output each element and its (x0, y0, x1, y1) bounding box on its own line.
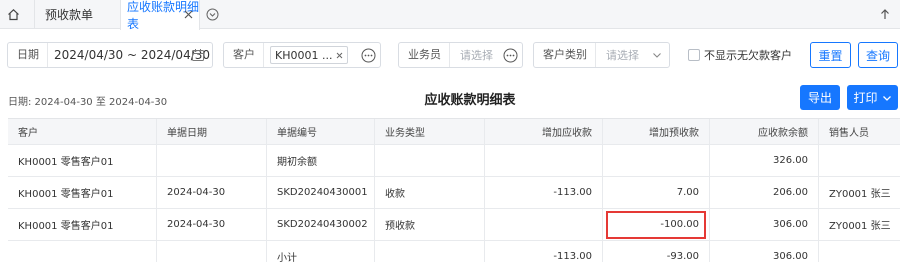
cell-increase-advance: -100.00 (603, 209, 710, 240)
tab-label: 预收款单 (45, 8, 94, 22)
customer-type-label: 客户类别 (534, 43, 596, 67)
table-subtotal-row: 小计 -113.00 -93.00 306.00 (8, 241, 900, 262)
tab-receivable-detail[interactable]: 应收账款明细表 (120, 0, 200, 31)
cell-salesperson (819, 241, 900, 262)
cell-business-type: 收款 (375, 177, 485, 208)
column-header-salesperson[interactable]: 销售人员 (819, 119, 900, 144)
cell-increase-receivable: -113.00 (485, 177, 603, 208)
table-row[interactable]: KH0001 零售客户01 2024-04-30 SKD20240430001 … (8, 177, 900, 209)
more-options-icon[interactable] (502, 47, 518, 63)
column-header-receivable-balance[interactable]: 应收款余额 (710, 119, 819, 144)
cell-customer: KH0001 零售客户01 (8, 145, 157, 176)
column-header-customer[interactable]: 客户 (8, 119, 157, 144)
cell-business-type (375, 241, 485, 262)
cell-salesperson: ZY0001 张三 (829, 189, 891, 200)
print-label: 打印 (853, 91, 878, 105)
table-header-row: 客户 单据日期 单据编号 业务类型 增加应收款 增加预收款 应收款余额 销售人员 (8, 119, 900, 145)
arrow-up-icon[interactable] (878, 7, 892, 21)
cell-subtotal-label: 小计 (267, 241, 375, 262)
chevron-down-icon[interactable] (651, 49, 663, 61)
cell-increase-advance (603, 145, 710, 176)
column-header-increase-advance[interactable]: 增加预收款 (603, 119, 710, 144)
cell-receivable-balance: 306.00 (710, 209, 819, 240)
salesperson-field[interactable]: 业务员 请选择 (398, 42, 523, 68)
cell-business-type: 预收款 (375, 209, 485, 240)
reset-button[interactable]: 重置 (810, 42, 851, 68)
cell-increase-receivable: -113.00 (485, 241, 603, 262)
cell-salesperson (819, 145, 900, 176)
query-button[interactable]: 查询 (858, 42, 898, 68)
customer-field[interactable]: 客户 KH0001 ... (223, 42, 381, 68)
column-header-business-type[interactable]: 业务类型 (375, 119, 485, 144)
cell-increase-advance: -93.00 (603, 241, 710, 262)
customer-type-select[interactable]: 客户类别 请选择 (533, 42, 670, 68)
cell-receivable-balance: 306.00 (710, 241, 819, 262)
home-icon[interactable] (0, 0, 26, 28)
customer-label: 客户 (224, 43, 264, 67)
cell-business-type (375, 145, 485, 176)
receivable-detail-table: 客户 单据日期 单据编号 业务类型 增加应收款 增加预收款 应收款余额 销售人员… (8, 118, 900, 262)
salesperson-label: 业务员 (399, 43, 450, 67)
cell-increase-advance: 7.00 (603, 177, 710, 208)
column-header-doc-number[interactable]: 单据编号 (267, 119, 375, 144)
cell-increase-receivable (485, 145, 603, 176)
hide-no-debt-checkbox[interactable]: 不显示无欠款客户 (688, 47, 792, 63)
cell-receivable-balance: 326.00 (710, 145, 819, 176)
customer-chip: KH0001 ... (270, 46, 349, 64)
page-title: 应收账款明细表 (424, 93, 516, 108)
tab-bar: 预收款单 应收账款明细表 (0, 0, 900, 31)
date-range-field[interactable]: 日期 2024/04/30 ~ 2024/04/30 (7, 42, 213, 68)
cell-salesperson: ZY0001 张三 (829, 221, 891, 232)
close-icon[interactable] (182, 8, 194, 20)
salesperson-placeholder: 请选择 (460, 49, 493, 62)
tab-advance-receipt[interactable]: 预收款单 (34, 0, 120, 29)
customer-type-placeholder: 请选择 (606, 49, 639, 62)
cell-increase-receivable (485, 209, 603, 240)
cell-increase-advance-value: -100.00 (660, 219, 699, 230)
cell-doc-number: 期初余额 (267, 145, 375, 176)
print-button[interactable]: 打印 (847, 85, 898, 110)
chevron-down-icon (882, 93, 892, 103)
checkbox-box[interactable] (688, 49, 700, 61)
cell-customer: KH0001 零售客户01 (8, 209, 157, 240)
cell-doc-date: 2024-04-30 (157, 209, 267, 240)
cell-doc-date: 2024-04-30 (157, 177, 267, 208)
hide-no-debt-label: 不显示无欠款客户 (704, 49, 792, 62)
cell-customer (8, 241, 157, 262)
column-header-increase-receivable[interactable]: 增加应收款 (485, 119, 603, 144)
cell-doc-date (157, 241, 267, 262)
export-button[interactable]: 导出 (800, 85, 840, 110)
table-row[interactable]: KH0001 零售客户01 期初余额 326.00 (8, 145, 900, 177)
calendar-icon[interactable] (191, 48, 205, 62)
date-label: 日期 (8, 43, 48, 67)
cell-receivable-balance: 206.00 (710, 177, 819, 208)
chevron-circle-down-icon[interactable] (205, 7, 219, 21)
date-value[interactable]: 2024/04/30 ~ 2024/04/30 (48, 48, 210, 62)
cell-doc-number[interactable]: SKD20240430002 (267, 209, 375, 240)
table-row[interactable]: KH0001 零售客户01 2024-04-30 SKD20240430002 … (8, 209, 900, 241)
close-icon[interactable] (336, 52, 343, 59)
cell-doc-number[interactable]: SKD20240430001 (267, 177, 375, 208)
customer-chip-text: KH0001 ... (275, 48, 333, 62)
cell-customer: KH0001 零售客户01 (8, 177, 157, 208)
cell-doc-date (157, 145, 267, 176)
more-options-icon[interactable] (360, 47, 376, 63)
column-header-doc-date[interactable]: 单据日期 (157, 119, 267, 144)
